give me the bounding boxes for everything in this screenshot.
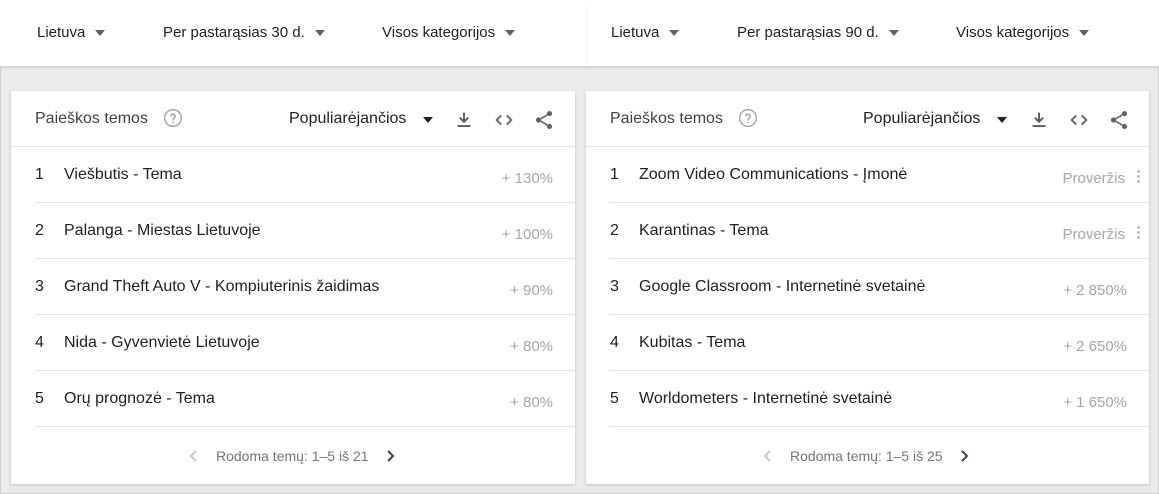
topic-label[interactable]: Google Classroom - Internetinė svetainė [639, 278, 925, 296]
list-item[interactable]: 3 Google Classroom - Internetinė svetain… [610, 259, 1149, 315]
chevron-left-icon [189, 450, 197, 462]
list-item[interactable]: 2 Palanga - Miestas Lietuvoje + 100% [35, 203, 575, 259]
topic-label[interactable]: Grand Theft Auto V - Kompiuterinis žaidi… [64, 278, 379, 296]
period-filter-left[interactable]: Per pastarąsias 30 d. [163, 24, 325, 41]
dropdown-caret-icon [314, 29, 325, 36]
breakout-value: Proveržis [1062, 170, 1125, 187]
list-item[interactable]: 4 Kubitas - Tema + 2 650% [610, 315, 1149, 371]
growth-value: + 2 850% [1063, 282, 1127, 299]
rank-number: 2 [35, 222, 44, 239]
growth-value: + 80% [510, 338, 553, 355]
help-icon[interactable] [738, 108, 758, 128]
download-icon[interactable] [1028, 109, 1050, 131]
share-icon[interactable] [533, 109, 555, 131]
rank-number: 2 [610, 222, 619, 239]
growth-value: + 2 650% [1063, 338, 1127, 355]
region-filter-label: Lietuva [611, 24, 660, 41]
growth-value: + 130% [501, 170, 553, 187]
region-filter-label: Lietuva [37, 24, 86, 41]
card-header: Paieškos temos Populiarėjančios [11, 91, 575, 147]
growth-value: + 80% [510, 394, 553, 411]
rank-number: 4 [35, 334, 44, 351]
card-title: Paieškos temos [35, 110, 148, 127]
share-icon[interactable] [1108, 109, 1130, 131]
list-item[interactable]: 3 Grand Theft Auto V - Kompiuterinis žai… [35, 259, 575, 315]
period-filter-right[interactable]: Per pastarąsias 90 d. [737, 24, 899, 41]
topic-label[interactable]: Worldometers - Internetinė svetainė [639, 390, 892, 408]
topic-label[interactable]: Nida - Gyvenvietė Lietuvoje [64, 334, 260, 352]
period-filter-label: Per pastarąsias 90 d. [737, 24, 879, 41]
dropdown-caret-icon [888, 29, 899, 36]
category-filter-left[interactable]: Visos kategorijos [382, 24, 516, 41]
rank-number: 3 [35, 278, 44, 295]
topic-label[interactable]: Zoom Video Communications - Įmonė [639, 166, 907, 184]
dropdown-caret-icon [1079, 29, 1090, 36]
embed-code-icon[interactable] [1068, 109, 1090, 131]
rank-number: 5 [610, 390, 619, 407]
embed-code-icon[interactable] [493, 109, 515, 131]
category-filter-right[interactable]: Visos kategorijos [956, 24, 1090, 41]
topic-label[interactable]: Viešbutis - Tema [64, 166, 182, 184]
growth-value: + 100% [501, 226, 553, 243]
chevron-right-icon[interactable] [957, 448, 971, 464]
rank-number: 4 [610, 334, 619, 351]
list-item[interactable]: 2 Karantinas - Tema Proveržis [610, 203, 1149, 259]
topic-label[interactable]: Kubitas - Tema [639, 334, 745, 352]
list-item[interactable]: 1 Viešbutis - Tema + 130% [35, 147, 575, 203]
pagination: Rodoma temų: 1–5 iš 25 [586, 428, 1149, 484]
topic-label[interactable]: Orų prognozė - Tema [64, 390, 215, 408]
help-icon[interactable] [163, 108, 183, 128]
pagination: Rodoma temų: 1–5 iš 21 [11, 428, 575, 484]
rank-number: 1 [35, 166, 44, 183]
filter-bar-right: Lietuva Per pastarąsias 90 d. Visos kate… [587, 0, 1159, 67]
card-title: Paieškos temos [610, 110, 723, 127]
search-topics-card-left: Paieškos temos Populiarėjančios 1 Viešbu… [11, 91, 575, 484]
dropdown-caret-icon[interactable] [423, 117, 433, 123]
growth-value: + 90% [510, 282, 553, 299]
region-filter-left[interactable]: Lietuva [37, 24, 106, 41]
card-header: Paieškos temos Populiarėjančios [586, 91, 1149, 147]
chevron-right-icon[interactable] [383, 448, 397, 464]
list-item[interactable]: 4 Nida - Gyvenvietė Lietuvoje + 80% [35, 315, 575, 371]
period-filter-label: Per pastarąsias 30 d. [163, 24, 305, 41]
breakout-value: Proveržis [1062, 226, 1125, 243]
region-filter-right[interactable]: Lietuva [611, 24, 680, 41]
dropdown-caret-icon[interactable] [997, 117, 1007, 123]
download-icon[interactable] [453, 109, 475, 131]
topic-label[interactable]: Palanga - Miestas Lietuvoje [64, 222, 261, 240]
rank-number: 3 [610, 278, 619, 295]
sort-select[interactable]: Populiarėjančios [863, 110, 980, 128]
more-vert-icon [1137, 170, 1141, 186]
list-item[interactable]: 5 Orų prognozė - Tema + 80% [35, 371, 575, 427]
search-topics-card-right: Paieškos temos Populiarėjančios 1 Zoom V… [586, 91, 1149, 484]
growth-value: + 1 650% [1063, 394, 1127, 411]
category-filter-label: Visos kategorijos [956, 24, 1070, 41]
dropdown-caret-icon [505, 29, 516, 36]
filter-bar-left: Lietuva Per pastarąsias 30 d. Visos kate… [0, 0, 587, 67]
topic-label[interactable]: Karantinas - Tema [639, 222, 769, 240]
rank-number: 1 [610, 166, 619, 183]
more-vert-icon [1137, 226, 1141, 242]
list-item[interactable]: 1 Zoom Video Communications - Įmonė Prov… [610, 147, 1149, 203]
sort-select[interactable]: Populiarėjančios [289, 110, 406, 128]
dropdown-caret-icon [669, 29, 680, 36]
rank-number: 5 [35, 390, 44, 407]
dropdown-caret-icon [95, 29, 106, 36]
category-filter-label: Visos kategorijos [382, 24, 496, 41]
pagination-text: Rodoma temų: 1–5 iš 21 [216, 448, 369, 464]
pagination-text: Rodoma temų: 1–5 iš 25 [790, 448, 943, 464]
chevron-left-icon [763, 450, 771, 462]
list-item[interactable]: 5 Worldometers - Internetinė svetainė + … [610, 371, 1149, 427]
